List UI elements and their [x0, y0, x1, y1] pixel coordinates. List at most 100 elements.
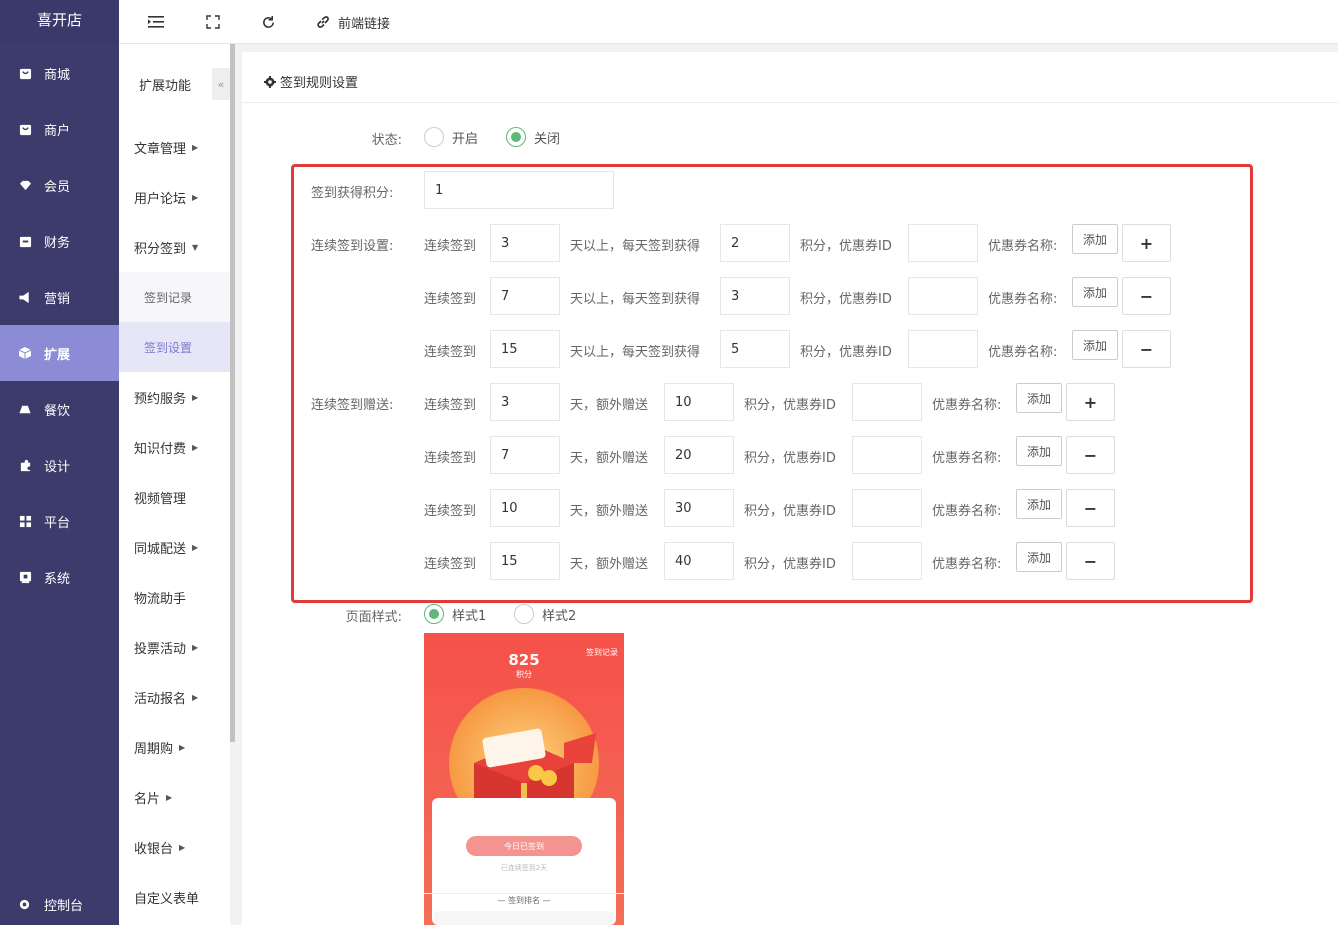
points-coupon-text: 积分，优惠券ID: [744, 557, 836, 572]
coupon-id-input[interactable]: [908, 277, 978, 315]
extra-points-input[interactable]: 20: [664, 436, 734, 474]
coupon-id-input[interactable]: [852, 542, 922, 580]
sub-item-custom-form[interactable]: 自定义表单: [119, 872, 230, 922]
add-coupon-button[interactable]: 添加: [1016, 542, 1062, 572]
coupon-name-text: 优惠券名称:: [988, 292, 1058, 307]
add-coupon-button[interactable]: 添加: [1016, 436, 1062, 466]
sub-sidebar-title: 扩展功能: [139, 79, 192, 94]
sidebar-item-platform[interactable]: 平台: [0, 493, 119, 549]
extra-points-input[interactable]: 40: [664, 542, 734, 580]
continuous-days-input[interactable]: 15: [490, 330, 560, 368]
member-icon: [18, 178, 32, 192]
sub-item-video[interactable]: 视频管理: [119, 472, 230, 522]
sub-item-points-signin[interactable]: 积分签到 ▼: [119, 222, 230, 272]
sidebar-item-label: 商城: [44, 67, 71, 83]
sidebar-item-label: 餐饮: [44, 403, 71, 419]
sub-item-event-signup[interactable]: 活动报名 ▶: [119, 672, 230, 722]
coupon-name-text: 优惠券名称:: [932, 451, 1002, 466]
plus-icon: +: [1083, 392, 1098, 412]
refresh-icon[interactable]: [261, 12, 276, 32]
coupon-id-input[interactable]: [908, 224, 978, 262]
sub-item-articles[interactable]: 文章管理 ▶: [119, 122, 230, 172]
points-input[interactable]: 1: [424, 171, 614, 209]
minus-icon: −: [1083, 551, 1098, 571]
sub-item-forum[interactable]: 用户论坛 ▶: [119, 172, 230, 222]
sidebar-item-merchant[interactable]: 商户: [0, 101, 119, 157]
continuous-days-input[interactable]: 3: [490, 224, 560, 262]
remove-row-button[interactable]: −: [1066, 489, 1115, 527]
caret-right-icon: ▶: [192, 392, 199, 402]
sub-item-voting[interactable]: 投票活动 ▶: [119, 622, 230, 672]
fullscreen-icon[interactable]: [206, 12, 220, 32]
coupon-id-input[interactable]: [852, 436, 922, 474]
main-sidebar: 喜开店 商城 商户 会员 财务 营销 扩展 餐饮 设计 平台 系统 控制台: [0, 0, 119, 925]
coupon-id-input[interactable]: [852, 383, 922, 421]
divider: [242, 102, 1338, 103]
sidebar-item-member[interactable]: 会员: [0, 157, 119, 213]
daily-points-input[interactable]: 5: [720, 330, 790, 368]
extra-points-input[interactable]: 10: [664, 383, 734, 421]
chevron-double-left-icon: «: [217, 77, 225, 91]
sidebar-item-label: 营销: [44, 291, 71, 307]
sub-item-signin-settings[interactable]: 签到设置: [119, 322, 230, 372]
continuous-text: 连续签到: [424, 504, 477, 519]
add-coupon-button[interactable]: 添加: [1016, 489, 1062, 519]
sub-item-cashier[interactable]: 收银台 ▶: [119, 822, 230, 872]
gift-days-input[interactable]: 3: [490, 383, 560, 421]
add-row-button[interactable]: +: [1066, 383, 1115, 421]
sidebar-item-system[interactable]: 系统: [0, 549, 119, 605]
sidebar-item-extension[interactable]: 扩展: [0, 325, 119, 381]
sidebar-item-label: 财务: [44, 235, 71, 251]
continuous-text: 连续签到: [424, 239, 477, 254]
coupon-id-input[interactable]: [852, 489, 922, 527]
collapse-button[interactable]: «: [212, 68, 230, 100]
continuous-days-input[interactable]: 7: [490, 277, 560, 315]
extra-points-input[interactable]: 30: [664, 489, 734, 527]
remove-row-button[interactable]: −: [1066, 542, 1115, 580]
status-off-radio[interactable]: 关闭: [506, 127, 560, 147]
gift-days-input[interactable]: 7: [490, 436, 560, 474]
sub-item-business-card[interactable]: 名片 ▶: [119, 772, 230, 822]
card-title: 签到规则设置: [264, 72, 358, 91]
minus-icon: −: [1139, 339, 1154, 359]
remove-row-button[interactable]: −: [1122, 277, 1171, 315]
daily-points-input[interactable]: 3: [720, 277, 790, 315]
continuous-text: 连续签到: [424, 557, 477, 572]
sidebar-item-marketing[interactable]: 营销: [0, 269, 119, 325]
days-each-text: 天以上，每天签到获得: [570, 239, 701, 254]
sidebar-item-shop[interactable]: 商城: [0, 45, 119, 101]
add-row-button[interactable]: +: [1122, 224, 1171, 262]
cube-icon: [18, 346, 32, 360]
sidebar-item-dining[interactable]: 餐饮: [0, 381, 119, 437]
coupon-id-input[interactable]: [908, 330, 978, 368]
sub-item-paid-knowledge[interactable]: 知识付费 ▶: [119, 422, 230, 472]
style2-radio[interactable]: 样式2: [514, 604, 576, 624]
add-coupon-button[interactable]: 添加: [1072, 277, 1118, 307]
sidebar-item-finance[interactable]: 财务: [0, 213, 119, 269]
plus-icon: +: [1139, 233, 1154, 253]
sub-item-signin-records[interactable]: 签到记录: [119, 272, 230, 322]
system-icon: [18, 570, 32, 584]
add-coupon-button[interactable]: 添加: [1072, 330, 1118, 360]
points-coupon-text: 积分，优惠券ID: [800, 345, 892, 360]
menu-toggle-icon[interactable]: [148, 12, 164, 32]
sidebar-item-console[interactable]: 控制台: [0, 876, 119, 925]
status-on-radio[interactable]: 开启: [424, 127, 478, 147]
frontend-link-button[interactable]: 前端链接: [316, 12, 390, 32]
puzzle-icon: [18, 458, 32, 472]
sub-item-booking[interactable]: 预约服务 ▶: [119, 372, 230, 422]
remove-row-button[interactable]: −: [1066, 436, 1115, 474]
remove-row-button[interactable]: −: [1122, 330, 1171, 368]
add-coupon-button[interactable]: 添加: [1072, 224, 1118, 254]
sidebar-item-design[interactable]: 设计: [0, 437, 119, 493]
add-coupon-button[interactable]: 添加: [1016, 383, 1062, 413]
sub-item-logistics[interactable]: 物流助手: [119, 572, 230, 622]
sub-item-local-delivery[interactable]: 同城配送 ▶: [119, 522, 230, 572]
style1-radio[interactable]: 样式1: [424, 604, 486, 624]
caret-right-icon: ▶: [192, 442, 199, 452]
sub-item-subscription[interactable]: 周期购 ▶: [119, 722, 230, 772]
gift-days-input[interactable]: 15: [490, 542, 560, 580]
style-label: 页面样式:: [345, 610, 402, 625]
daily-points-input[interactable]: 2: [720, 224, 790, 262]
gift-days-input[interactable]: 10: [490, 489, 560, 527]
